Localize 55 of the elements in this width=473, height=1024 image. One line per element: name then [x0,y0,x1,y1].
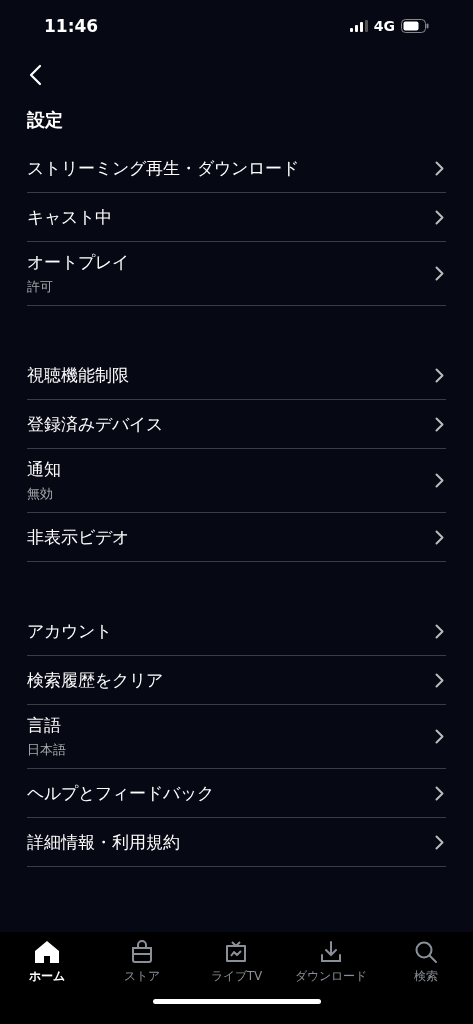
item-label: 検索履歴をクリア [27,668,163,692]
item-label: アカウント [27,619,112,643]
settings-item[interactable]: 通知 無効 [27,449,446,513]
item-label: オートプレイ [27,251,129,274]
tab[interactable]: 検索 [378,940,473,985]
chevron-icon [435,672,444,688]
tab[interactable]: ストア [94,940,190,985]
settings-item[interactable]: 詳細情報・利用規約 [27,818,446,867]
chevron-icon [435,416,444,432]
tab[interactable]: ライブTV [189,940,284,985]
settings-item[interactable]: 非表示ビデオ [27,513,446,562]
chevron-icon [435,785,444,801]
chevron-icon [435,266,444,281]
signal-icon [349,20,368,32]
item-value: 日本語 [27,741,66,759]
bag-icon [129,940,154,964]
item-label: 登録済みデバイス [27,412,163,436]
item-label: キャスト中 [27,205,112,229]
item-label: ヘルプとフィードバック [27,781,214,805]
settings-item[interactable]: オートプレイ 許可 [27,242,446,306]
search-icon [413,940,438,964]
item-label: ストリーミング再生・ダウンロード [27,156,299,180]
download-icon [319,940,344,964]
settings-item[interactable]: キャスト中 [27,193,446,242]
settings-item[interactable]: 言語 日本語 [27,705,446,769]
chevron-icon [435,834,444,850]
chevron-icon [435,729,444,744]
settings-item[interactable]: 検索履歴をクリア [27,656,446,705]
back-icon[interactable] [28,64,42,86]
tab[interactable]: ホーム [0,940,95,985]
item-value: 無効 [27,485,54,503]
settings-item[interactable]: ヘルプとフィードバック [27,769,446,818]
page-title: 設定 [26,108,64,132]
chevron-icon [435,529,444,545]
item-label: 言語 [27,714,62,737]
tab[interactable]: ダウンロード [283,940,379,985]
settings-item[interactable]: 視聴機能制限 [27,351,446,400]
chevron-icon [435,160,444,176]
settings-item[interactable]: 登録済みデバイス [27,400,446,449]
chevron-icon [435,623,444,639]
battery-icon [401,19,429,33]
tv-icon [224,940,249,964]
chevron-icon [435,209,444,225]
chevron-icon [435,367,444,383]
settings-item[interactable]: アカウント [27,607,446,656]
item-label: 通知 [27,458,61,481]
item-label: 視聴機能制限 [27,363,129,387]
item-label: 詳細情報・利用規約 [27,830,180,854]
chevron-icon [435,473,444,488]
settings-item[interactable]: ストリーミング再生・ダウンロード [27,144,446,193]
network-label: 4G [373,18,395,34]
item-value: 許可 [27,278,54,296]
item-label: 非表示ビデオ [27,525,129,549]
home-icon [34,940,61,964]
status-time: 11:46 [44,16,99,36]
